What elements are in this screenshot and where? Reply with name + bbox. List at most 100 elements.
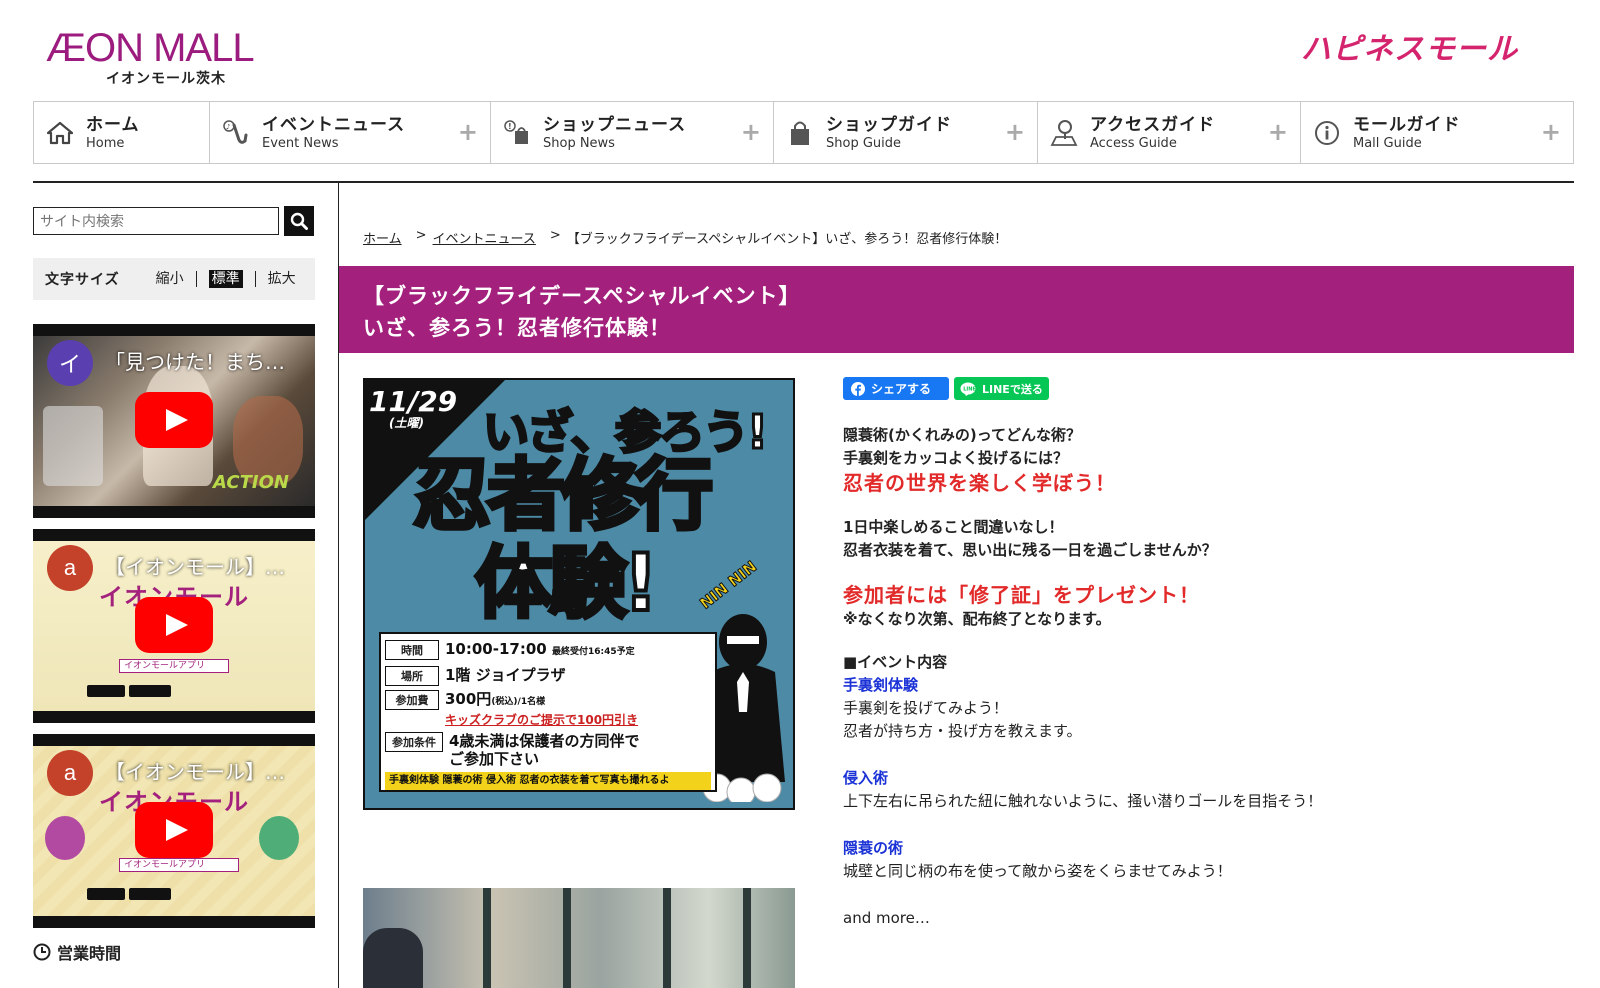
- map-pin-icon: [1050, 119, 1078, 147]
- business-hours-heading[interactable]: 営業時間: [33, 940, 121, 964]
- poster-headline-2: 忍者修行: [411, 450, 715, 542]
- youtube-video-1[interactable]: ACTION イ 「見つけた！まち…: [33, 324, 315, 518]
- youtube-video-3[interactable]: イオンモール イオンモールアプリ a 【イオンモール】…: [33, 734, 315, 928]
- nav-access-guide[interactable]: アクセスガイド Access Guide +: [1038, 102, 1301, 163]
- facebook-share-button[interactable]: シェアする: [843, 377, 949, 400]
- poster-date-value: 11/29: [369, 385, 458, 418]
- home-icon: [46, 119, 74, 147]
- poster-condition-value-2: ご参加下さい: [449, 750, 540, 768]
- poster-fee-value: 300円: [445, 690, 492, 708]
- shopping-bag-tag-icon: !: [503, 119, 531, 147]
- svg-text:♪: ♪: [226, 123, 230, 131]
- article-gift-note: ※なくなり次第、配布終了となります。: [843, 610, 1111, 628]
- page-title-line2: いざ、参ろう！忍者修行体験！: [363, 316, 671, 340]
- svg-text:!: !: [508, 122, 512, 131]
- brand-name: ÆON MALL: [46, 26, 255, 70]
- poster-row-fee: 参加費 300円(税込)/1名様 キッズクラブのご提示で100円引き: [385, 690, 638, 729]
- nav-mall-guide-label: モールガイド: [1353, 114, 1461, 135]
- play-icon[interactable]: [135, 597, 213, 653]
- article-gift: 参加者には「修了証」をプレゼント！: [843, 583, 1200, 607]
- expand-icon[interactable]: +: [458, 120, 478, 144]
- page-title-line1: 【ブラックフライデースペシャルイベント】: [363, 284, 801, 308]
- site-search-input[interactable]: [33, 207, 279, 235]
- event-shuriken-line-2: 忍者が持ち方・投げ方を教えます。: [843, 722, 1082, 740]
- nav-access-guide-sublabel: Access Guide: [1090, 135, 1177, 151]
- expand-icon[interactable]: +: [1005, 120, 1025, 144]
- nav-home-label: ホーム: [86, 114, 140, 135]
- expand-icon[interactable]: +: [741, 120, 761, 144]
- channel-avatar[interactable]: a: [47, 750, 93, 796]
- nav-home-sublabel: Home: [86, 135, 125, 151]
- poster-fee-note: (税込)/1名様: [491, 697, 546, 707]
- aeon-mall-logo[interactable]: ÆON MALL イオンモール茨木: [46, 28, 286, 88]
- nav-event-news-label: イベントニュース: [262, 114, 406, 135]
- poster-date: 11/29 (土曜): [369, 385, 458, 431]
- line-share-label: LINEで送る: [982, 382, 1043, 396]
- breadcrumb-home[interactable]: ホーム: [363, 228, 402, 247]
- nav-mall-guide-sublabel: Mall Guide: [1353, 135, 1422, 151]
- font-size-label: 文字サイズ: [45, 272, 120, 288]
- breadcrumb-event-news[interactable]: イベントニュース: [433, 228, 536, 247]
- line-share-button[interactable]: LINE LINEで送る: [954, 377, 1049, 400]
- video-title[interactable]: 【イオンモール】…: [105, 551, 285, 580]
- article-body: 隠蓑術(かくれみの)ってどんな術？ 手裏剣をカッコよく投げるには？ 忍者の世界を…: [843, 424, 1563, 930]
- article-lead: 忍者の世界を楽しく学ぼう！: [843, 471, 1116, 495]
- nav-shop-news-sublabel: Shop News: [543, 135, 615, 151]
- breadcrumb-separator: >: [415, 228, 427, 243]
- event-hiding-title: 隠蓑の術: [843, 839, 904, 857]
- clock-icon: [33, 943, 51, 961]
- nav-mall-guide[interactable]: モールガイド Mall Guide +: [1301, 102, 1573, 163]
- breadcrumb: ホーム > イベントニュース > 【ブラックフライデースペシャルイベント】いざ、…: [363, 228, 1007, 247]
- event-poster: 11/29 (土曜) いざ、参ろう! 忍者修行 体験! NIN NIN 時間 1…: [363, 378, 795, 810]
- page-title: 【ブラックフライデースペシャルイベント】 いざ、参ろう！忍者修行体験！: [339, 266, 1574, 353]
- poster-weekday: (土曜): [389, 416, 424, 430]
- video-title[interactable]: 【イオンモール】…: [105, 756, 285, 785]
- poster-activities-strip: 手裏剣体験 隠蓑の術 侵入術 忍者の衣装を着て写真も撮れるよ: [385, 772, 711, 790]
- article-paragraph-1: 1日中楽しめること間違いなし！: [843, 518, 1064, 536]
- info-icon: [1313, 119, 1341, 147]
- article-section-heading: ■イベント内容: [843, 653, 948, 671]
- header-divider: [33, 181, 1574, 183]
- event-photo: [363, 888, 795, 988]
- play-icon[interactable]: [135, 802, 213, 858]
- font-size-small[interactable]: 縮小: [144, 271, 197, 287]
- poster-tag: 参加条件: [385, 732, 443, 752]
- nav-event-news[interactable]: ♪ イベントニュース Event News +: [210, 102, 491, 163]
- saxophone-icon: ♪: [222, 119, 250, 147]
- expand-icon[interactable]: +: [1541, 120, 1561, 144]
- poster-headline-3: 体験!: [473, 538, 661, 630]
- article-question-2: 手裏剣をカッコよく投げるには？: [843, 449, 1069, 467]
- channel-avatar[interactable]: イ: [47, 340, 93, 386]
- event-shuriken-title: 手裏剣体験: [843, 676, 919, 694]
- event-hiding-line-1: 城壁と同じ柄の布を使って敵から姿をくらませてみよう！: [843, 862, 1232, 880]
- poster-row-place: 場所 1階 ジョイプラザ: [385, 666, 566, 686]
- nav-shop-guide-sublabel: Shop Guide: [826, 135, 902, 151]
- svg-text:LINE: LINE: [963, 386, 976, 392]
- brand-subtitle: イオンモール茨木: [106, 71, 226, 87]
- event-infiltration-title: 侵入術: [843, 769, 889, 787]
- poster-tag: 時間: [385, 640, 439, 660]
- youtube-video-2[interactable]: イオンモール イオンモールアプリ a 【イオンモール】…: [33, 529, 315, 723]
- article-paragraph-2: 忍者衣装を着て、思い出に残る一日を過ごしませんか？: [843, 541, 1217, 559]
- article-question-1: 隠蓑術(かくれみの)ってどんな術？: [843, 426, 1081, 444]
- font-size-normal[interactable]: 標準: [208, 270, 243, 288]
- facebook-share-label: シェアする: [871, 382, 932, 396]
- nav-shop-guide-label: ショップガイド: [826, 114, 952, 135]
- nav-shop-guide[interactable]: ショップガイド Shop Guide +: [774, 102, 1038, 163]
- event-infiltration-line-1: 上下左右に吊られた紐に触れないように、掻い潜りゴールを目指そう！: [843, 792, 1323, 810]
- play-icon[interactable]: [135, 392, 213, 448]
- channel-avatar[interactable]: a: [47, 545, 93, 591]
- nav-access-guide-label: アクセスガイド: [1090, 114, 1216, 135]
- happiness-mall-logo[interactable]: ハピネスモール: [1301, 24, 1518, 68]
- nav-shop-news[interactable]: ! ショップニュース Shop News +: [491, 102, 774, 163]
- nav-home[interactable]: ホーム Home: [34, 102, 210, 163]
- poster-tag: 参加費: [385, 690, 439, 710]
- line-icon: LINE: [960, 382, 976, 396]
- font-size-large[interactable]: 拡大: [256, 271, 308, 287]
- poster-row-time: 時間 10:00-17:00 最終受付16:45予定: [385, 640, 635, 661]
- search-button[interactable]: [284, 206, 314, 236]
- expand-icon[interactable]: +: [1268, 120, 1288, 144]
- event-shuriken-line-1: 手裏剣を投げてみよう！: [843, 699, 1009, 717]
- video-title[interactable]: 「見つけた！まち…: [105, 346, 285, 375]
- poster-row-condition: 参加条件 4歳未満は保護者の方同伴で ご参加下さい: [385, 732, 639, 768]
